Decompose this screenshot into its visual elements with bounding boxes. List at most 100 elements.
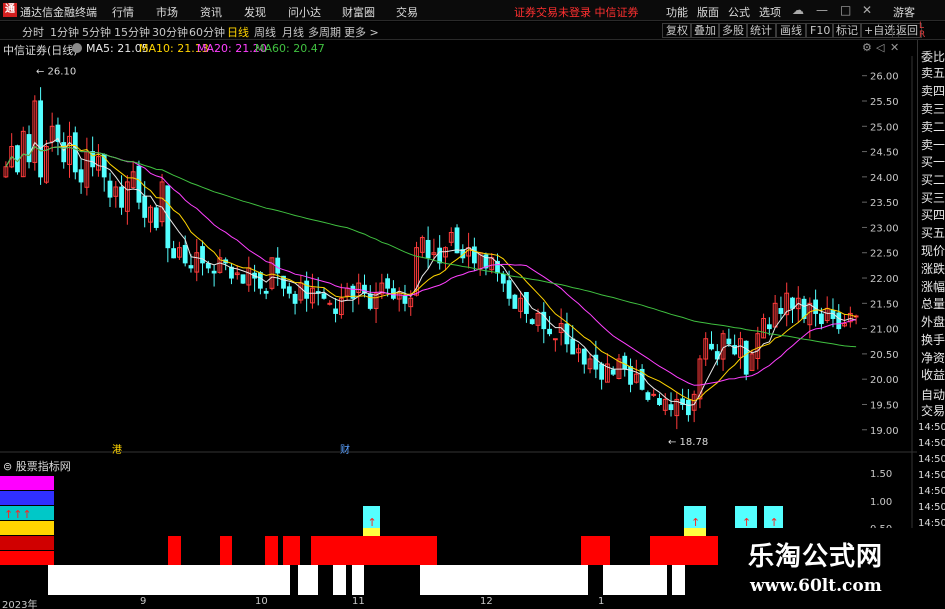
candle	[425, 239, 431, 259]
signal-bar-red	[265, 536, 278, 565]
period-30min[interactable]: 30分钟	[152, 24, 188, 40]
candle	[136, 165, 142, 203]
side-item-turnover[interactable]: 换手	[921, 331, 945, 348]
draw-button[interactable]: 画线	[776, 23, 806, 38]
period-intraday[interactable]: 分时	[22, 24, 44, 40]
menu-item-ask[interactable]: 问小达	[288, 4, 321, 20]
candle	[628, 366, 633, 385]
period-weekly[interactable]: 周线	[254, 24, 276, 40]
arrow-icon: ↑	[368, 516, 377, 529]
quote-side-panel: 委比 卖五 卖四 卖三 卖二 卖一 买一 买二 买三 买四 买五 现价 涨跌 涨…	[917, 40, 945, 420]
candle	[766, 324, 772, 330]
candle	[778, 308, 784, 314]
guest-label[interactable]: 游客	[893, 4, 915, 20]
date-label: 9	[140, 596, 147, 607]
side-item-price[interactable]: 现价	[921, 242, 945, 259]
menu-item-news[interactable]: 资讯	[200, 4, 222, 20]
stats-button[interactable]: 统计	[746, 23, 776, 38]
menu-item-discover[interactable]: 发现	[244, 4, 266, 20]
period-more[interactable]: 更多 >	[344, 24, 379, 40]
side-item-ask5[interactable]: 卖五	[921, 64, 945, 81]
side-item-change[interactable]: 涨跌	[921, 260, 945, 277]
mark-button[interactable]: 标记	[832, 23, 862, 38]
signal-bar-white	[298, 565, 318, 595]
candle	[512, 294, 518, 309]
arrow-icon: ↑	[691, 516, 700, 529]
side-item-bid3[interactable]: 买三	[921, 189, 945, 206]
menu-item-markets[interactable]: 市场	[156, 4, 178, 20]
candle	[333, 308, 338, 314]
side-item-change-pct[interactable]: 涨幅	[921, 278, 945, 295]
side-item-outer[interactable]: 外盘	[921, 313, 945, 330]
period-multi[interactable]: 多周期	[308, 24, 341, 40]
menu-item-formula[interactable]: 公式	[728, 4, 750, 20]
side-item-ask3[interactable]: 卖三	[921, 100, 945, 117]
side-time: 14:50	[918, 454, 945, 465]
period-15min[interactable]: 15分钟	[114, 24, 150, 40]
indicator-settings-icon[interactable]: ⊜	[3, 460, 12, 473]
f10-button[interactable]: F10	[806, 23, 835, 38]
app-title: 通达信金融终端	[20, 6, 97, 19]
side-item-trade[interactable]: 交易	[921, 402, 945, 419]
side-item-bid5[interactable]: 买五	[921, 224, 945, 241]
candle	[15, 145, 20, 173]
side-item-volume[interactable]: 总量	[921, 295, 945, 312]
candle	[726, 338, 732, 345]
date-label: 1	[598, 596, 605, 607]
cloud-icon[interactable]: ☁	[792, 3, 804, 17]
side-panel-toggle[interactable]: LR	[919, 22, 925, 40]
side-item-earnings[interactable]: 收益	[921, 366, 945, 383]
signal-bar-red	[650, 536, 718, 565]
arrow-icon: ↑↑↑	[4, 508, 32, 521]
side-item-bid4[interactable]: 买四	[921, 206, 945, 223]
period-1min[interactable]: 1分钟	[50, 24, 79, 40]
menu-item-functions[interactable]: 功能	[666, 4, 688, 20]
watermark-url: www.60lt.com	[750, 576, 882, 596]
candle	[743, 340, 749, 375]
side-item-ask4[interactable]: 卖四	[921, 82, 945, 99]
candle	[836, 312, 842, 330]
signal-bar-white	[672, 565, 685, 595]
menu-item-wealth[interactable]: 财富圈	[342, 4, 375, 20]
side-item-ask2[interactable]: 卖二	[921, 118, 945, 135]
period-daily[interactable]: 日线	[227, 24, 249, 40]
candle	[26, 134, 32, 163]
period-60min[interactable]: 60分钟	[189, 24, 225, 40]
candle	[321, 293, 327, 299]
indicator-legend-block	[0, 536, 54, 550]
indicator-title: ⊜ 股票指标网	[3, 458, 71, 474]
side-item-ask1[interactable]: 卖一	[921, 136, 945, 153]
menu-item-layout[interactable]: 版面	[697, 4, 719, 20]
signal-bar-red	[283, 536, 300, 565]
price-label: 21.50	[870, 299, 899, 310]
minimize-icon[interactable]: —	[816, 3, 828, 17]
candle	[454, 227, 460, 254]
price-label: 20.00	[870, 375, 899, 386]
menu-item-market[interactable]: 行情	[112, 4, 134, 20]
overlay-button[interactable]: 叠加	[690, 23, 720, 38]
candle	[529, 319, 535, 325]
menu-item-trade[interactable]: 交易	[396, 4, 418, 20]
close-icon[interactable]: ✕	[862, 3, 872, 17]
candle	[240, 274, 246, 284]
multi-stock-button[interactable]: 多股	[718, 23, 748, 38]
side-item-bid1[interactable]: 买一	[921, 153, 945, 170]
menu-item-options[interactable]: 选项	[759, 4, 781, 20]
candle	[61, 142, 67, 163]
event-marker: 财	[340, 443, 350, 456]
side-item-net-assets[interactable]: 净资	[921, 349, 945, 366]
price-label: 19.50	[870, 400, 899, 411]
maximize-icon[interactable]: □	[840, 3, 851, 17]
adjust-button[interactable]: 复权	[662, 23, 692, 38]
side-item-bid2[interactable]: 买二	[921, 171, 945, 188]
login-status[interactable]: 证券交易未登录 中信证券	[514, 4, 639, 20]
side-item-auto[interactable]: 自动	[921, 386, 945, 403]
price-label: 20.50	[870, 350, 899, 361]
period-5min[interactable]: 5分钟	[82, 24, 111, 40]
indicator-legend-block	[0, 476, 54, 490]
period-monthly[interactable]: 月线	[282, 24, 304, 40]
back-button[interactable]: 返回	[892, 23, 922, 38]
kline-chart[interactable]: 26.00 25.50 25.00 24.50 24.00 23.50 23.00 22.50…	[0, 40, 917, 595]
price-label: 24.00	[870, 173, 899, 184]
side-item-bid-ratio[interactable]: 委比	[921, 48, 945, 65]
